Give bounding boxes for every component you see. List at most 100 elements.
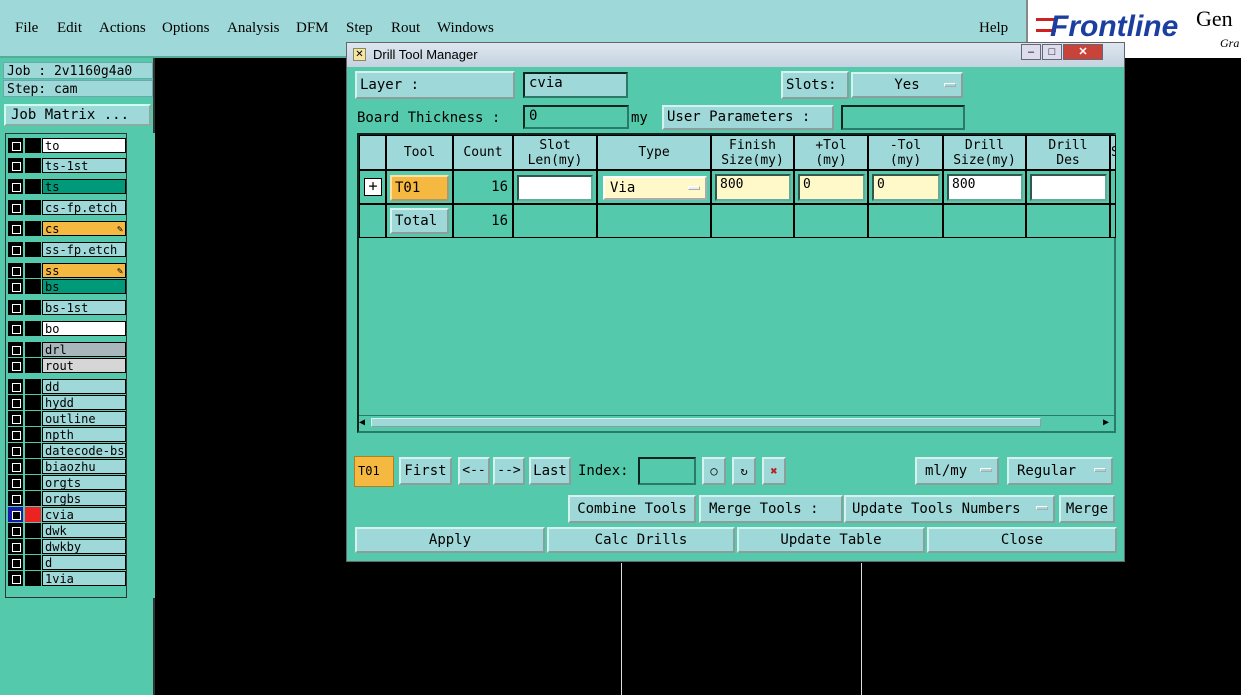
layer-row-ts-1st[interactable]: ts-1st bbox=[8, 158, 126, 173]
layer-color-swatch[interactable] bbox=[25, 242, 41, 257]
finish-size-input[interactable]: 800 bbox=[715, 174, 791, 201]
layer-checkbox[interactable] bbox=[8, 321, 23, 336]
first-button[interactable]: First bbox=[399, 457, 452, 485]
layer-checkbox[interactable] bbox=[8, 300, 23, 315]
layer-color-swatch[interactable] bbox=[25, 221, 41, 236]
layer-row-npth[interactable]: npth bbox=[8, 427, 126, 442]
board-thickness-field[interactable]: 0 bbox=[523, 105, 629, 129]
layer-checkbox[interactable] bbox=[8, 459, 23, 474]
user-parameters-field[interactable] bbox=[841, 105, 965, 130]
layer-list-scrollbar[interactable] bbox=[127, 133, 155, 598]
layer-checkbox[interactable] bbox=[8, 555, 23, 570]
layer-color-swatch[interactable] bbox=[25, 138, 41, 153]
layer-color-swatch[interactable] bbox=[25, 321, 41, 336]
scroll-left-icon[interactable]: ◀ bbox=[359, 417, 365, 428]
layer-checkbox[interactable] bbox=[8, 411, 23, 426]
layer-color-swatch[interactable] bbox=[25, 507, 41, 522]
slot-len-input[interactable] bbox=[517, 175, 593, 201]
menu-windows[interactable]: Windows bbox=[437, 20, 494, 37]
maximize-icon[interactable]: □ bbox=[1042, 44, 1062, 60]
layer-row-cs[interactable]: cs ✎ bbox=[8, 221, 126, 236]
layer-checkbox[interactable] bbox=[8, 395, 23, 410]
previous-button[interactable]: <-- bbox=[458, 457, 490, 485]
layer-row-bs[interactable]: bs bbox=[8, 279, 126, 294]
window-close-icon[interactable]: ✕ bbox=[1063, 44, 1103, 60]
layer-row-d[interactable]: d bbox=[8, 555, 126, 570]
layer-color-swatch[interactable] bbox=[25, 571, 41, 586]
scroll-right-icon[interactable]: ▶ bbox=[1103, 417, 1109, 428]
layer-name[interactable]: hydd bbox=[42, 395, 126, 410]
layer-row-rout[interactable]: rout bbox=[8, 358, 126, 373]
layer-name[interactable]: bs bbox=[42, 279, 126, 294]
layer-row-ss-fp.etch[interactable]: ss-fp.etch bbox=[8, 242, 126, 257]
update-table-button[interactable]: Update Table bbox=[737, 527, 925, 553]
layer-row-outline[interactable]: outline bbox=[8, 411, 126, 426]
layer-checkbox[interactable] bbox=[8, 475, 23, 490]
expand-row-button[interactable]: + bbox=[364, 178, 382, 196]
layer-name[interactable]: to bbox=[42, 138, 126, 153]
layer-row-ss[interactable]: ss ✎ bbox=[8, 263, 126, 278]
last-button[interactable]: Last bbox=[529, 457, 571, 485]
layer-color-swatch[interactable] bbox=[25, 539, 41, 554]
layer-checkbox[interactable] bbox=[8, 200, 23, 215]
layer-color-swatch[interactable] bbox=[25, 491, 41, 506]
minus-tol-input[interactable]: 0 bbox=[872, 174, 940, 201]
tool-button[interactable]: T01 bbox=[390, 175, 449, 201]
layer-name[interactable]: bo bbox=[42, 321, 126, 336]
layer-color-swatch[interactable] bbox=[25, 523, 41, 538]
layer-color-swatch[interactable] bbox=[25, 358, 41, 373]
layer-name[interactable]: dwk bbox=[42, 523, 126, 538]
layer-name[interactable]: cvia bbox=[42, 507, 126, 522]
layer-row-cvia[interactable]: cvia bbox=[8, 507, 126, 522]
lightbulb-icon[interactable]: ○ bbox=[702, 457, 726, 485]
layer-name[interactable]: datecode-bs bbox=[42, 443, 126, 458]
layer-checkbox[interactable] bbox=[8, 263, 23, 278]
layer-color-swatch[interactable] bbox=[25, 379, 41, 394]
plus-tol-input[interactable]: 0 bbox=[798, 174, 865, 201]
layer-name[interactable]: dd bbox=[42, 379, 126, 394]
layer-row-drl[interactable]: drl bbox=[8, 342, 126, 357]
layer-row-to[interactable]: to bbox=[8, 138, 126, 153]
layer-name[interactable]: cs-fp.etch bbox=[42, 200, 126, 215]
layer-row-ts[interactable]: ts bbox=[8, 179, 126, 194]
menu-options[interactable]: Options bbox=[162, 20, 210, 37]
layer-checkbox[interactable] bbox=[8, 523, 23, 538]
layer-row-1via[interactable]: 1via bbox=[8, 571, 126, 586]
layer-row-dwk[interactable]: dwk bbox=[8, 523, 126, 538]
layer-checkbox[interactable] bbox=[8, 158, 23, 173]
layer-row-dd[interactable]: dd bbox=[8, 379, 126, 394]
layer-name[interactable]: d bbox=[42, 555, 126, 570]
layer-color-swatch[interactable] bbox=[25, 475, 41, 490]
layer-color-swatch[interactable] bbox=[25, 263, 41, 278]
calc-drills-button[interactable]: Calc Drills bbox=[547, 527, 735, 553]
menu-help[interactable]: Help bbox=[979, 20, 1008, 37]
layer-checkbox[interactable] bbox=[8, 358, 23, 373]
layer-checkbox[interactable] bbox=[8, 571, 23, 586]
layer-checkbox[interactable] bbox=[8, 427, 23, 442]
layer-color-swatch[interactable] bbox=[25, 459, 41, 474]
layer-checkbox[interactable] bbox=[8, 242, 23, 257]
units-dropdown[interactable]: ml/my bbox=[915, 457, 999, 485]
minimize-icon[interactable]: – bbox=[1021, 44, 1041, 60]
close-button[interactable]: Close bbox=[927, 527, 1117, 553]
next-button[interactable]: --> bbox=[493, 457, 525, 485]
layer-name[interactable]: rout bbox=[42, 358, 126, 373]
layer-checkbox[interactable] bbox=[8, 539, 23, 554]
menu-edit[interactable]: Edit bbox=[57, 20, 82, 37]
layer-checkbox[interactable] bbox=[8, 279, 23, 294]
layer-name[interactable]: ts-1st bbox=[42, 158, 126, 173]
layer-color-swatch[interactable] bbox=[25, 158, 41, 173]
layer-row-datecode-bs[interactable]: datecode-bs bbox=[8, 443, 126, 458]
combine-tools-button[interactable]: Combine Tools bbox=[568, 495, 696, 523]
layer-checkbox[interactable] bbox=[8, 491, 23, 506]
layer-name[interactable]: orgbs bbox=[42, 491, 126, 506]
layer-name[interactable]: cs ✎ bbox=[42, 221, 126, 236]
layer-name[interactable]: ss ✎ bbox=[42, 263, 126, 278]
dialog-titlebar[interactable]: ✕ Drill Tool Manager – □ ✕ bbox=[347, 43, 1124, 67]
merge-button[interactable]: Merge bbox=[1059, 495, 1115, 523]
layer-name[interactable]: ss-fp.etch bbox=[42, 242, 126, 257]
user-parameters-button[interactable]: User Parameters : bbox=[662, 105, 834, 130]
layer-color-swatch[interactable] bbox=[25, 300, 41, 315]
layer-color-swatch[interactable] bbox=[25, 200, 41, 215]
layer-checkbox[interactable] bbox=[8, 507, 23, 522]
